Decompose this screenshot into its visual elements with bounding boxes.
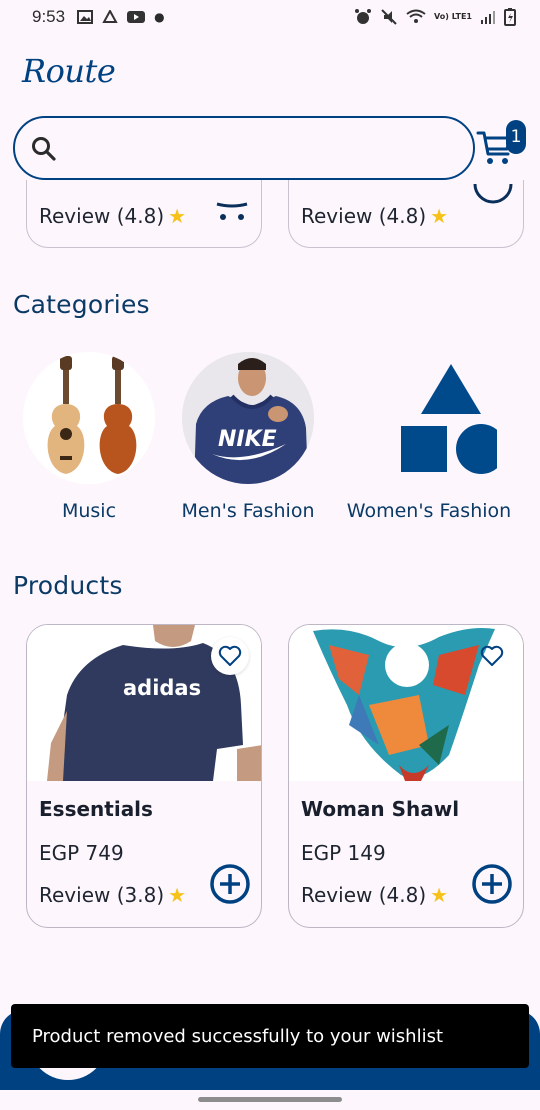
app-logo: Route: [22, 52, 116, 90]
product-card[interactable]: Woman Shawl EGP 149 Review (4.8) ★: [288, 624, 524, 928]
product-price: EGP 149: [301, 841, 386, 865]
gallery-icon: [77, 10, 94, 24]
product-review: Review (4.8) ★: [39, 204, 187, 228]
youtube-icon: [127, 11, 146, 23]
star-icon: ★: [430, 204, 449, 228]
products-title: Products: [13, 571, 123, 600]
search-icon: [32, 137, 56, 161]
cart-badge: 1: [506, 120, 526, 154]
network-label: Vo) LTE1: [434, 12, 472, 21]
gesture-handle[interactable]: [198, 1097, 342, 1102]
wishlist-button[interactable]: [211, 637, 249, 675]
product-card-partial[interactable]: Review (4.8) ★: [26, 180, 262, 248]
snackbar-message: Product removed successfully to your wis…: [32, 1026, 444, 1047]
battery-icon: [504, 8, 516, 26]
wifi-icon: [406, 9, 426, 23]
category-image: NIKE: [182, 352, 314, 484]
shapes-placeholder-image: [401, 364, 497, 474]
add-circle-icon[interactable]: [473, 180, 513, 206]
mute-icon: [381, 9, 397, 25]
category-label: Music: [61, 500, 117, 522]
snackbar: Product removed successfully to your wis…: [11, 1004, 529, 1068]
shirt-brand-text: adidas: [123, 676, 201, 700]
status-bar: 9:53 ● Vo) LTE1: [0, 0, 540, 34]
product-name: Essentials: [39, 797, 153, 821]
star-icon: ★: [168, 883, 187, 907]
wishlist-button[interactable]: [473, 637, 511, 675]
product-review: Review (3.8) ★: [39, 883, 187, 907]
status-time: 9:53: [32, 7, 66, 26]
category-label: Women's Fashion: [346, 500, 512, 522]
heart-icon: [218, 645, 242, 666]
star-icon: ★: [430, 883, 449, 907]
add-circle-icon[interactable]: [209, 863, 251, 905]
product-review: Review (4.8) ★: [301, 883, 449, 907]
category-mens-fashion[interactable]: NIKE Men's Fashion: [163, 352, 333, 522]
guitars-image: [23, 352, 155, 484]
search-input[interactable]: [13, 116, 475, 180]
dot-icon: ●: [154, 10, 165, 24]
recycle-icon: [102, 10, 118, 23]
category-label: Men's Fashion: [181, 500, 315, 522]
product-review: Review (4.8) ★: [301, 204, 449, 228]
product-name: Woman Shawl: [301, 797, 460, 821]
category-image: [365, 352, 497, 484]
add-to-cart-icon[interactable]: [215, 198, 249, 222]
signal-icon: [481, 11, 495, 24]
categories-title: Categories: [13, 290, 150, 319]
svg-text:NIKE: NIKE: [218, 427, 277, 452]
alarm-icon: [355, 9, 372, 24]
product-card-partial[interactable]: Review (4.8) ★: [288, 180, 524, 248]
product-card[interactable]: adidas Essentials EGP 749 Review (3.8) ★: [26, 624, 262, 928]
category-image: [23, 352, 155, 484]
category-womens-fashion[interactable]: Women's Fashion: [346, 352, 516, 522]
product-price: EGP 749: [39, 841, 124, 865]
heart-icon: [480, 645, 504, 666]
mens-hoodie-image: NIKE: [182, 352, 314, 484]
star-icon: ★: [168, 204, 187, 228]
category-music[interactable]: Music: [4, 352, 174, 522]
add-circle-icon[interactable]: [471, 863, 513, 905]
